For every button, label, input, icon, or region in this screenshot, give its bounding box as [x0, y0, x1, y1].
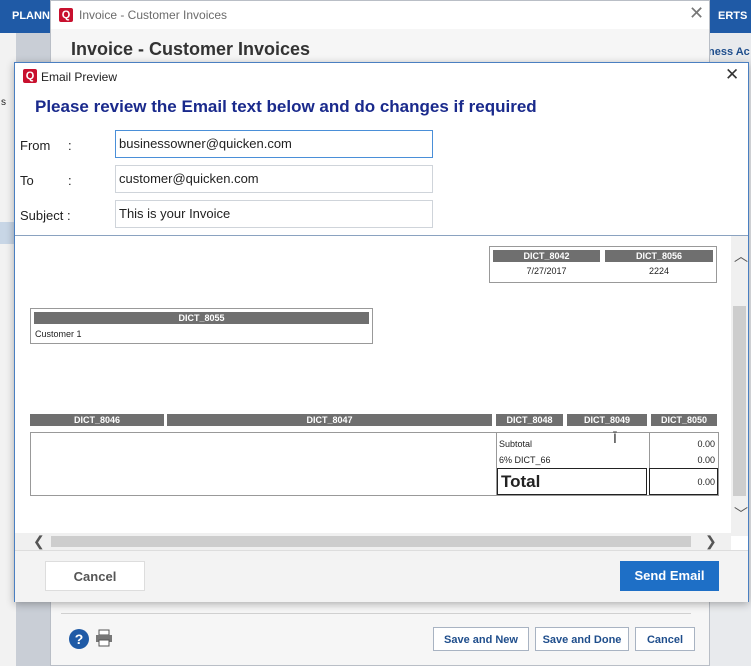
invoice-heading: Invoice - Customer Invoices [71, 39, 311, 59]
dialog-footer: Cancel Send Email [15, 550, 748, 602]
column-header: DICT_8050 [651, 414, 717, 426]
number-value: 2224 [648, 266, 670, 276]
from-label: From [20, 138, 51, 153]
chevron-up-icon[interactable]: ︿ [734, 246, 748, 266]
subtotal-label: Subtotal [499, 439, 533, 449]
subject-field[interactable]: This is your Invoice [115, 200, 433, 228]
customer-value: Customer 1 [35, 329, 82, 339]
customer-box: DICT_8055 Customer 1 [30, 308, 373, 344]
total-value: 0.00 [697, 477, 715, 487]
quicken-logo-icon: Q [23, 69, 37, 83]
total-label: Total [501, 472, 541, 491]
to-field[interactable]: customer@quicken.com [115, 165, 433, 193]
total-label-box: Total [497, 468, 647, 495]
save-and-new-button[interactable]: Save and New [433, 627, 529, 651]
tax-value: 0.00 [697, 455, 715, 465]
date-header: DICT_8042 [493, 250, 600, 262]
cancel-button[interactable]: Cancel [45, 561, 145, 591]
column-header: DICT_8046 [30, 414, 164, 426]
chevron-left-icon[interactable]: ❮ [33, 533, 45, 550]
help-icon[interactable]: ? [69, 629, 89, 649]
subject-label: Subject : [20, 208, 71, 223]
number-header: DICT_8056 [605, 250, 713, 262]
invoice-title-bar: Q Invoice - Customer Invoices ✕ [51, 1, 709, 29]
left-panel-label: s [1, 97, 6, 108]
printer-icon[interactable] [95, 629, 113, 647]
invoice-cancel-button[interactable]: Cancel [635, 627, 695, 651]
date-value: 7/27/2017 [526, 266, 567, 276]
email-preview-dialog: Q Email Preview ✕ Please review the Emai… [14, 62, 749, 602]
close-icon[interactable]: ✕ [689, 3, 704, 24]
vertical-scroll-thumb[interactable] [733, 306, 746, 496]
chevron-right-icon[interactable]: ❯ [705, 533, 717, 550]
reports-tab[interactable]: ERTS [718, 10, 747, 22]
horizontal-scroll-thumb[interactable] [51, 536, 691, 547]
column-header: DICT_8047 [167, 414, 492, 426]
send-email-button[interactable]: Send Email [620, 561, 719, 591]
left-panel-selected-row[interactable] [0, 222, 14, 244]
invoice-window-title: Invoice - Customer Invoices [79, 8, 228, 22]
quicken-logo-icon: Q [59, 8, 73, 22]
total-value-box: 0.00 [649, 468, 718, 495]
to-colon: : [68, 173, 72, 188]
from-field[interactable]: businessowner@quicken.com [115, 130, 433, 158]
divider [61, 613, 691, 614]
horizontal-scrollbar[interactable]: ❮ ❯ [15, 533, 731, 550]
chevron-down-icon[interactable]: ﹀ [734, 504, 748, 524]
dialog-title: Email Preview [41, 70, 118, 84]
tax-label: 6% DICT_66 [499, 455, 551, 465]
customer-header: DICT_8055 [34, 312, 369, 324]
column-header: DICT_8049 [567, 414, 647, 426]
dialog-heading: Please review the Email text below and d… [35, 97, 537, 116]
invoice-info-box: DICT_8042 DICT_8056 7/27/2017 2224 [489, 246, 717, 283]
close-icon[interactable]: ✕ [725, 65, 739, 85]
text-cursor-icon: Ī [613, 430, 617, 446]
vertical-scrollbar[interactable]: ︿ ﹀ [731, 236, 748, 536]
invoice-preview: DICT_8042 DICT_8056 7/27/2017 2224 DICT_… [15, 236, 731, 536]
subtotal-value: 0.00 [697, 439, 715, 449]
from-colon: : [68, 138, 72, 153]
save-and-done-button[interactable]: Save and Done [535, 627, 629, 651]
planner-tab[interactable]: PLANN [12, 10, 50, 22]
business-accounts-label[interactable]: ness Ac [708, 46, 750, 58]
column-header: DICT_8048 [496, 414, 563, 426]
to-label: To [20, 173, 34, 188]
